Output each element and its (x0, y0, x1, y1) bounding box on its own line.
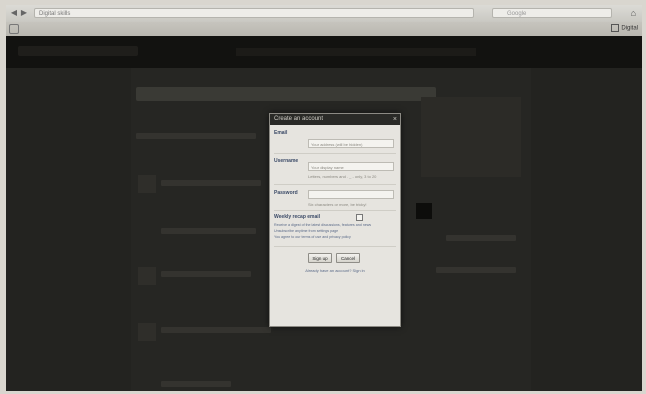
search-input[interactable]: Google (492, 8, 612, 18)
recap-unsubscribe-note: Unsubscribe anytime from settings page (274, 229, 339, 233)
username-placeholder: Your display name (311, 165, 344, 170)
site-logo (18, 46, 138, 56)
password-field[interactable] (308, 190, 394, 199)
tab-title: Digital skills (39, 11, 71, 17)
close-icon[interactable]: × (393, 114, 397, 125)
page-heading-obscured (136, 87, 436, 101)
site-nav (236, 48, 476, 56)
sidebar-line (436, 267, 516, 273)
password-hint: Six characters or more, be tricky! (308, 202, 367, 207)
sidebar-card (421, 97, 521, 177)
browser-toolbar: ◀ ▶ Digital skills Google ⌂ (6, 5, 642, 22)
back-icon[interactable]: ◀ (9, 8, 19, 18)
content-thumbnail (138, 267, 156, 285)
email-placeholder: Your address (will be hidden) (311, 142, 363, 147)
home-icon[interactable]: ⌂ (631, 8, 636, 18)
sidebar-line (446, 235, 516, 241)
modal-title: Create an account (274, 116, 324, 122)
terms-link[interactable]: You agree to our terms of use and privac… (274, 235, 351, 239)
email-field[interactable]: Your address (will be hidden) (308, 139, 394, 148)
signin-link[interactable]: Already have an account? Sign in (270, 268, 400, 273)
divider (274, 184, 396, 185)
cancel-button[interactable]: Cancel (336, 253, 360, 263)
password-label: Password (274, 190, 298, 196)
signup-button[interactable]: Sign up (308, 253, 332, 263)
content-line (161, 180, 261, 186)
content-line (161, 327, 271, 333)
divider (274, 153, 396, 154)
content-line (161, 228, 256, 234)
email-label: Email (274, 130, 288, 136)
screen: ◀ ▶ Digital skills Google ⌂ Digital Crea… (6, 5, 642, 391)
bookmark-item[interactable]: Digital (611, 24, 638, 32)
signup-modal: Create an account × Email Your address (… (269, 113, 401, 327)
username-field[interactable]: Your display name (308, 162, 394, 171)
bookmark-label: Digital (621, 25, 638, 32)
content-thumbnail (138, 175, 156, 193)
divider (274, 246, 396, 247)
modal-titlebar: Create an account × (270, 114, 400, 125)
content-thumbnail (138, 323, 156, 341)
content-line (161, 381, 231, 387)
recap-checkbox[interactable] (356, 214, 363, 221)
sidebar-thumbnail (416, 203, 432, 219)
content-line (136, 133, 256, 139)
recap-description: Receive a digest of the latest discussio… (274, 223, 372, 227)
bookmarks-bar: Digital (6, 22, 642, 37)
address-bar[interactable]: Digital skills (34, 8, 474, 18)
username-hint: Letters, numbers and . _ - only, 3 to 20 (308, 174, 377, 179)
forward-icon[interactable]: ▶ (19, 8, 29, 18)
bookmark-icon[interactable] (9, 24, 19, 34)
site-header (6, 36, 642, 68)
divider (274, 210, 396, 211)
recap-label: Weekly recap email (274, 214, 321, 220)
folder-icon (611, 24, 620, 32)
search-placeholder: Google (507, 11, 527, 17)
username-label: Username (274, 158, 299, 164)
content-line (161, 271, 251, 277)
